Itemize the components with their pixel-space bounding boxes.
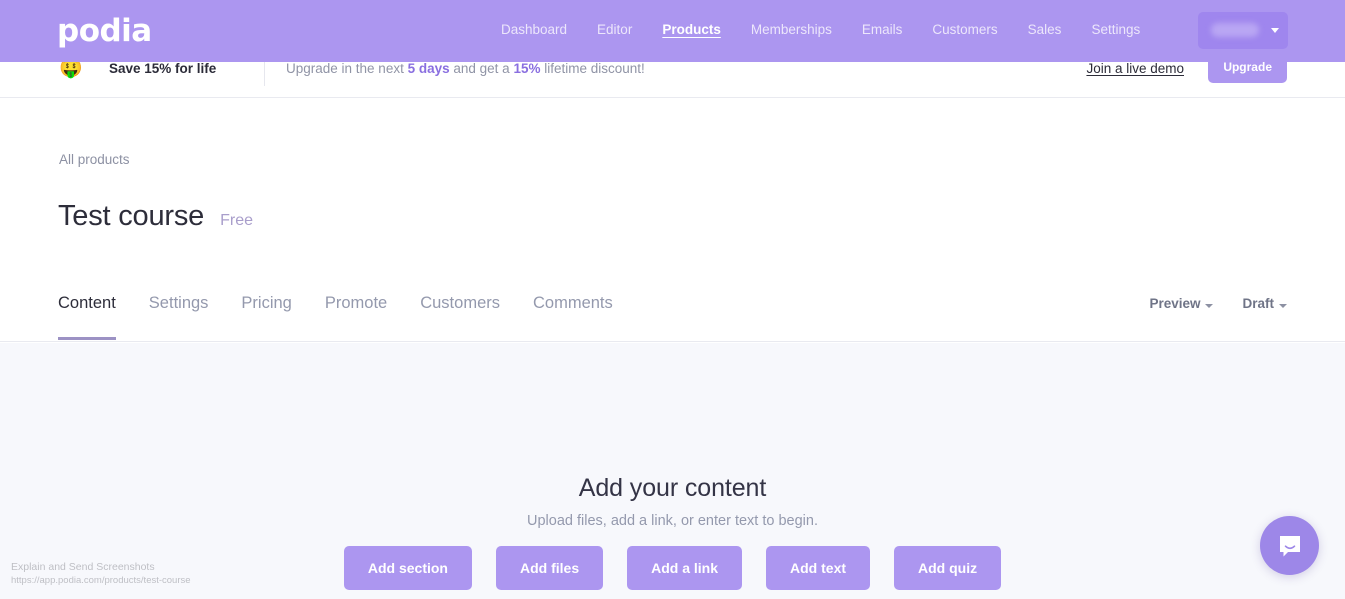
nav-link-dashboard[interactable]: Dashboard — [500, 20, 568, 40]
breadcrumb-all-products[interactable]: All products — [59, 151, 130, 169]
draft-label: Draft — [1242, 296, 1274, 311]
watermark-url: https://app.podia.com/products/test-cour… — [11, 575, 191, 586]
preview-dropdown[interactable]: Preview — [1149, 294, 1214, 314]
nav-link-emails[interactable]: Emails — [861, 20, 904, 40]
add-files-button[interactable]: Add files — [495, 546, 604, 590]
account-menu-button[interactable] — [1198, 12, 1288, 49]
chevron-down-icon — [1271, 28, 1279, 33]
add-link-button[interactable]: Add a link — [627, 546, 743, 590]
primary-nav: Dashboard Editor Products Memberships Em… — [500, 20, 1141, 40]
nav-link-sales[interactable]: Sales — [1027, 20, 1063, 40]
join-live-demo-link[interactable]: Join a live demo — [1086, 59, 1184, 79]
content-panel: Add your content Upload files, add a lin… — [0, 343, 1345, 599]
top-navigation-bar: podia Dashboard Editor Products Membersh… — [0, 0, 1345, 62]
promo-headline: Save 15% for life — [109, 61, 217, 76]
draft-status-dropdown[interactable]: Draft — [1242, 294, 1287, 314]
chevron-down-icon — [1205, 303, 1214, 308]
status-badge: Free — [220, 212, 253, 229]
tab-content[interactable]: Content — [58, 291, 116, 340]
preview-label: Preview — [1149, 296, 1201, 311]
chat-launcher-button[interactable] — [1260, 516, 1319, 575]
nav-link-memberships[interactable]: Memberships — [750, 20, 833, 40]
tab-customers[interactable]: Customers — [420, 291, 500, 340]
page-header: All products Test course Free Content Se… — [0, 98, 1345, 342]
add-text-button[interactable]: Add text — [766, 546, 871, 590]
account-name-redacted — [1211, 23, 1259, 37]
tab-promote[interactable]: Promote — [325, 291, 387, 340]
tab-pricing[interactable]: Pricing — [241, 291, 291, 340]
header-actions: Preview Draft — [1149, 294, 1287, 314]
title-row: Test course Free — [58, 198, 253, 234]
add-quiz-button[interactable]: Add quiz — [894, 546, 1002, 590]
screenshot-watermark: Explain and Send Screenshots https://app… — [11, 560, 191, 587]
app-root: 🤑 Save 15% for life Upgrade in the next … — [0, 0, 1345, 599]
chevron-down-icon — [1279, 303, 1287, 308]
product-tabs: Content Settings Pricing Promote Custome… — [58, 291, 613, 340]
watermark-title: Explain and Send Screenshots — [11, 561, 155, 573]
tab-comments[interactable]: Comments — [533, 291, 613, 340]
empty-state-actions: Add section Add files Add a link Add tex… — [0, 546, 1345, 590]
add-section-button[interactable]: Add section — [343, 546, 472, 590]
empty-state-title: Add your content — [578, 474, 767, 502]
promo-message: Upgrade in the next 5 days and get a 15%… — [286, 61, 645, 76]
nav-link-settings[interactable]: Settings — [1090, 20, 1141, 40]
nav-link-editor[interactable]: Editor — [596, 20, 633, 40]
podia-logo[interactable]: podia — [57, 14, 152, 48]
nav-link-products[interactable]: Products — [661, 20, 722, 40]
tab-settings[interactable]: Settings — [149, 291, 209, 340]
chat-bubble-icon — [1279, 535, 1300, 556]
page-title: Test course — [58, 200, 205, 232]
empty-state-subtitle: Upload files, add a link, or enter text … — [527, 513, 818, 529]
nav-link-customers[interactable]: Customers — [931, 20, 998, 40]
